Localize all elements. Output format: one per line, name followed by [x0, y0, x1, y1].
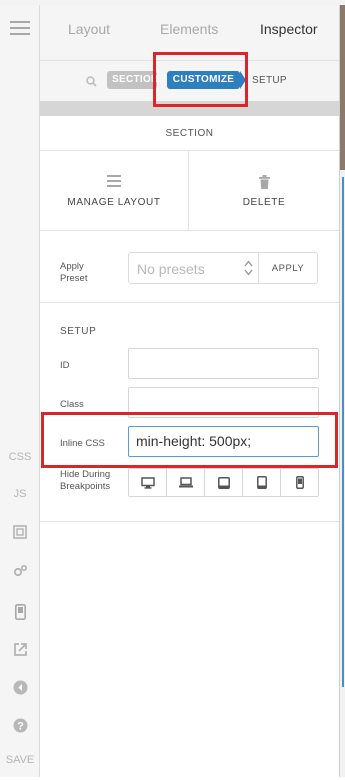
- left-toolbar: CSS JS ? SAVE: [0, 5, 40, 777]
- preset-select[interactable]: No presets: [128, 252, 259, 284]
- apply-preset-button[interactable]: APPLY: [259, 252, 318, 284]
- screenshot-icon[interactable]: [0, 517, 40, 547]
- tablet-landscape-icon[interactable]: [205, 469, 243, 496]
- svg-text:?: ?: [17, 720, 24, 732]
- setup-title: SETUP: [60, 326, 97, 337]
- mobile-preview-icon[interactable]: [0, 597, 40, 627]
- breadcrumb-divider: [40, 101, 339, 116]
- breadcrumb-section[interactable]: SECTION: [107, 71, 158, 89]
- desktop-icon[interactable]: [129, 469, 167, 496]
- inspector-panel: Layout Elements Inspector SECTION CUSTOM…: [40, 5, 339, 777]
- apply-preset-row: Apply Preset No presets APPLY: [40, 231, 339, 303]
- help-icon[interactable]: ?: [0, 710, 40, 740]
- preview-image: [340, 5, 345, 170]
- laptop-icon[interactable]: [167, 469, 205, 496]
- breadcrumb: SECTION CUSTOMIZE SETUP: [40, 61, 339, 101]
- delete-button[interactable]: DELETE: [189, 151, 339, 231]
- search-icon[interactable]: [86, 74, 97, 92]
- breakpoint-toggles: [128, 468, 319, 497]
- hide-breakpoints-label: Hide During Breakpoints: [60, 469, 111, 492]
- panel-tabs: Layout Elements Inspector: [40, 5, 339, 61]
- section-actions: MANAGE LAYOUT DELETE: [40, 151, 339, 231]
- manage-layout-label: MANAGE LAYOUT: [67, 197, 161, 208]
- inline-css-field[interactable]: min-height: 500px;: [128, 426, 319, 457]
- class-field[interactable]: [128, 387, 319, 418]
- tab-layout[interactable]: Layout: [68, 21, 110, 37]
- breadcrumb-setup[interactable]: SETUP: [252, 75, 287, 86]
- breadcrumb-customize[interactable]: CUSTOMIZE: [167, 71, 240, 89]
- external-link-icon[interactable]: [0, 634, 40, 664]
- delete-label: DELETE: [242, 197, 286, 208]
- inline-css-label: Inline CSS: [60, 438, 105, 449]
- class-label: Class: [60, 399, 84, 410]
- section-header: SECTION: [40, 116, 339, 151]
- section-divider: [40, 521, 339, 522]
- apply-preset-label: Apply Preset: [60, 261, 88, 284]
- back-icon[interactable]: [0, 672, 40, 702]
- id-field[interactable]: [128, 348, 319, 379]
- tab-inspector[interactable]: Inspector: [260, 21, 318, 37]
- tablet-portrait-icon[interactable]: [243, 469, 281, 496]
- id-label: ID: [60, 360, 70, 371]
- list-icon: [40, 175, 188, 187]
- preview-selection-outline: [342, 177, 344, 687]
- trash-icon: [189, 175, 339, 189]
- tab-elements[interactable]: Elements: [160, 21, 218, 37]
- select-arrows-icon: [244, 259, 253, 282]
- js-button[interactable]: JS: [0, 479, 40, 509]
- manage-layout-button[interactable]: MANAGE LAYOUT: [40, 151, 189, 231]
- css-button[interactable]: CSS: [0, 442, 40, 472]
- save-button[interactable]: SAVE: [0, 745, 40, 775]
- settings-icon[interactable]: [0, 555, 40, 585]
- page-preview-edge: [339, 5, 345, 777]
- breadcrumb-arrow: [240, 71, 246, 89]
- phone-icon[interactable]: [281, 469, 318, 496]
- hamburger-menu-icon[interactable]: [0, 13, 40, 43]
